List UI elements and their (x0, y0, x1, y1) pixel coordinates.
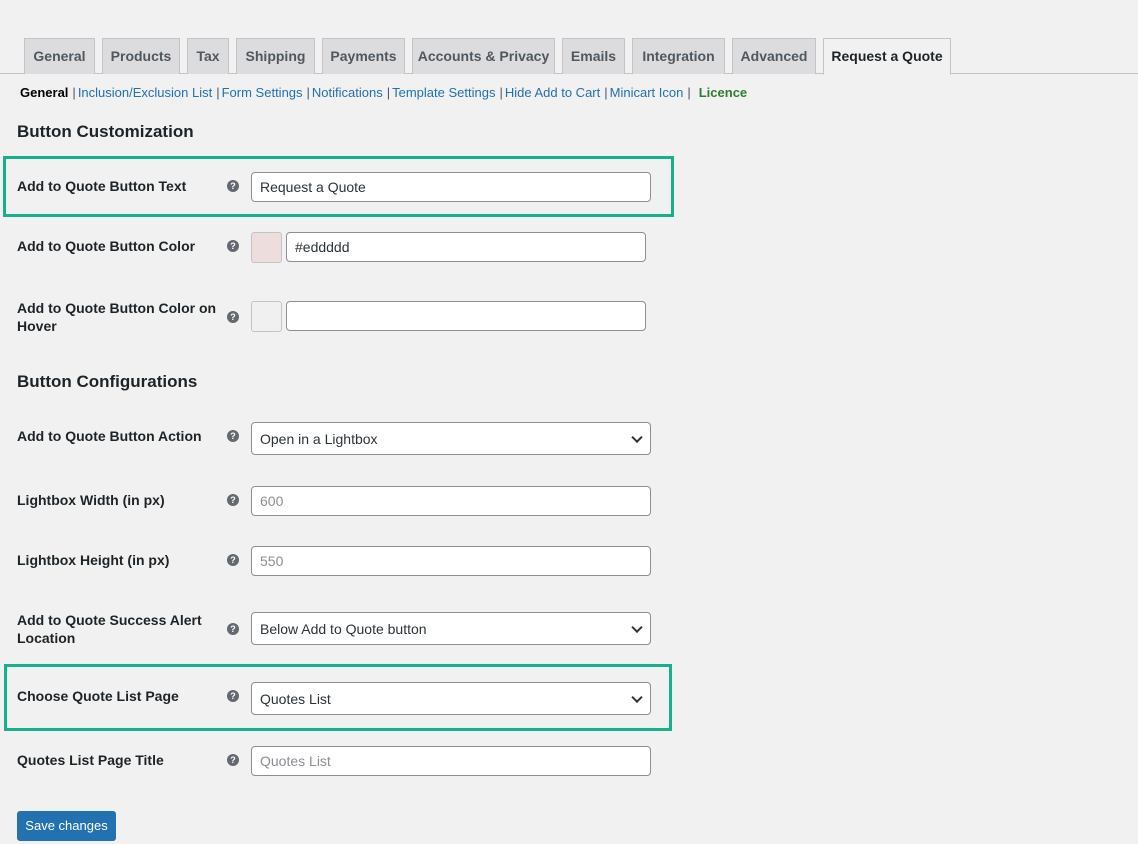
lightbox-width-input[interactable]: 600 (251, 486, 651, 516)
button-text-input[interactable]: Request a Quote (251, 172, 651, 202)
tab-general[interactable]: General (24, 38, 95, 74)
tab-integration[interactable]: Integration (632, 38, 725, 74)
section-title-customization: Button Customization (17, 122, 194, 141)
button-action-select[interactable]: Open in a Lightbox (251, 422, 651, 455)
settings-tabs: General Products Tax Shipping Payments A… (0, 38, 1138, 75)
button-color-input[interactable]: #eddddd (286, 232, 646, 262)
label-lightbox-height: Lightbox Height (in px) (17, 552, 170, 568)
label-button-hover-color: Add to Quote Button Color on Hover (17, 300, 217, 334)
subnav-separator: | (306, 85, 310, 100)
label-success-alert-location: Add to Quote Success Alert Location (17, 612, 202, 646)
subnav-separator: | (687, 85, 691, 100)
button-action-value: Open in a Lightbox (260, 430, 378, 447)
hover-color-input[interactable] (286, 301, 646, 331)
subnav-template-settings[interactable]: Template Settings (392, 85, 495, 100)
help-icon[interactable]: ? (227, 240, 239, 252)
button-color-swatch[interactable] (251, 232, 282, 263)
tab-advanced[interactable]: Advanced (732, 38, 816, 74)
tab-payments[interactable]: Payments (322, 38, 405, 74)
tab-emails[interactable]: Emails (562, 38, 625, 74)
label-quote-list-page: Choose Quote List Page (17, 688, 179, 704)
subnav-general[interactable]: General (20, 85, 68, 100)
help-icon[interactable]: ? (227, 623, 239, 635)
subnav-inclusion-exclusion[interactable]: Inclusion/Exclusion List (78, 85, 212, 100)
lightbox-height-input[interactable]: 550 (251, 546, 651, 576)
label-quote-list-title: Quotes List Page Title (17, 752, 164, 768)
sub-navigation: General | Inclusion/Exclusion List | Form Se… (20, 85, 747, 100)
help-icon[interactable]: ? (227, 430, 239, 442)
section-title-configurations: Button Configurations (17, 372, 198, 391)
label-lightbox-width: Lightbox Width (in px) (17, 492, 165, 508)
subnav-separator: | (72, 85, 76, 100)
label-button-action: Add to Quote Button Action (17, 428, 202, 444)
tab-shipping[interactable]: Shipping (236, 38, 315, 74)
subnav-hide-add-to-cart[interactable]: Hide Add to Cart (505, 85, 600, 100)
subnav-separator: | (216, 85, 220, 100)
tab-products[interactable]: Products (102, 38, 180, 74)
help-icon[interactable]: ? (227, 494, 239, 506)
chevron-down-icon (631, 691, 643, 703)
subnav-form-settings[interactable]: Form Settings (222, 85, 303, 100)
quote-list-page-value: Quotes List (260, 690, 331, 707)
help-icon[interactable]: ? (227, 180, 239, 192)
help-icon[interactable]: ? (227, 690, 239, 702)
subnav-separator: | (386, 85, 391, 100)
quote-list-title-input[interactable]: Quotes List (251, 746, 651, 776)
help-icon[interactable]: ? (227, 754, 239, 766)
chevron-down-icon (631, 431, 643, 443)
quote-list-page-select[interactable]: Quotes List (251, 682, 651, 715)
tab-accounts-privacy[interactable]: Accounts & Privacy (412, 38, 555, 74)
help-icon[interactable]: ? (227, 554, 239, 566)
help-icon[interactable]: ? (227, 311, 239, 323)
label-button-text: Add to Quote Button Text (17, 178, 187, 194)
save-changes-button[interactable]: Save changes (17, 811, 116, 841)
label-button-color: Add to Quote Button Color (17, 238, 196, 254)
subnav-minicart-icon[interactable]: Minicart Icon (610, 85, 684, 100)
success-alert-value: Below Add to Quote button (260, 620, 427, 637)
tab-request-a-quote[interactable]: Request a Quote (823, 38, 951, 75)
subnav-separator: | (604, 85, 608, 100)
tab-tax[interactable]: Tax (187, 38, 229, 74)
hover-color-swatch[interactable] (251, 301, 282, 332)
subnav-separator: | (499, 85, 503, 100)
subnav-licence[interactable]: Licence (699, 85, 747, 100)
chevron-down-icon (631, 621, 643, 633)
success-alert-select[interactable]: Below Add to Quote button (251, 612, 651, 645)
subnav-notifications[interactable]: Notifications (312, 85, 383, 100)
